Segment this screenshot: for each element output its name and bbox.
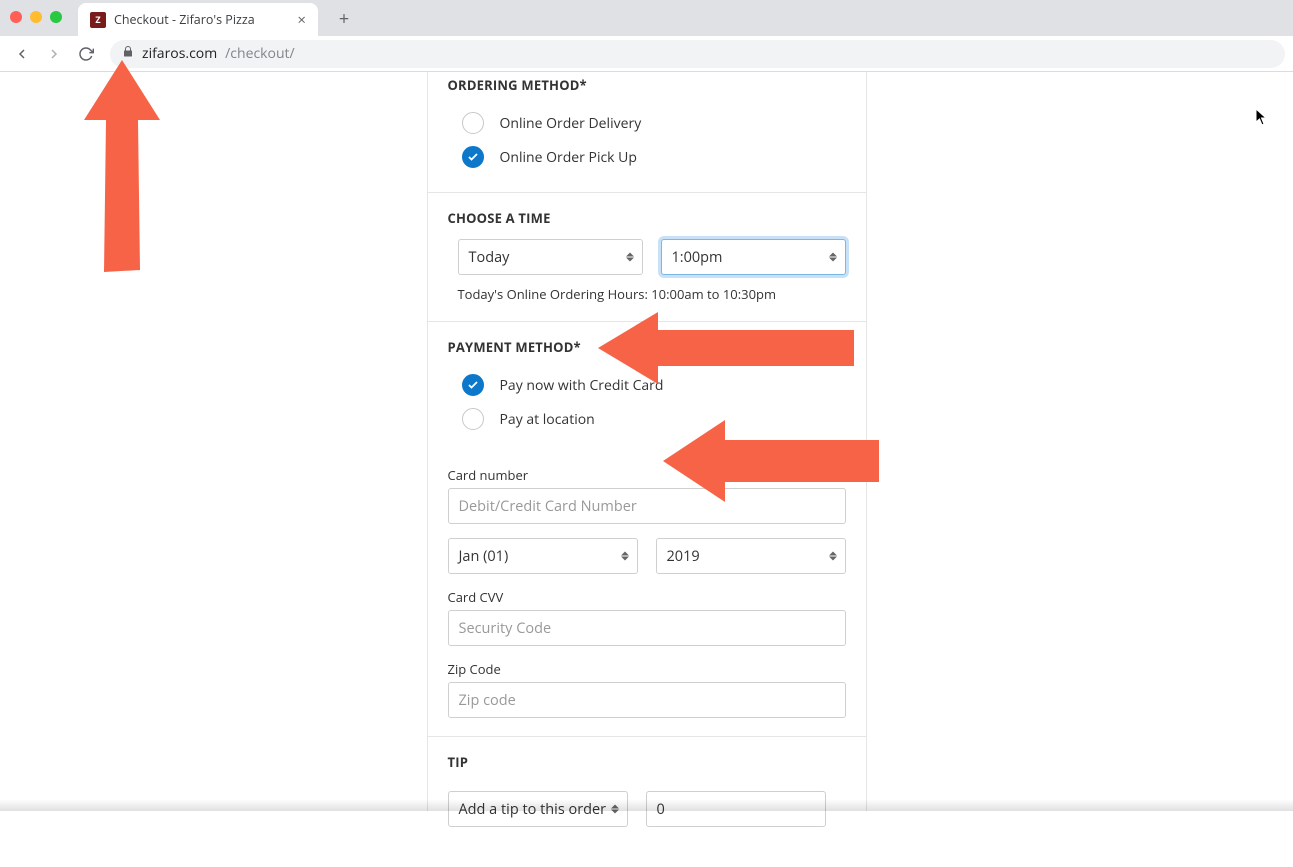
day-select[interactable]: Today xyxy=(458,239,643,275)
close-tab-icon[interactable]: × xyxy=(297,10,306,30)
forward-button[interactable] xyxy=(40,40,68,68)
exp-month-select[interactable]: Jan (01) xyxy=(448,538,638,574)
card-number-input[interactable] xyxy=(448,488,846,524)
address-bar[interactable]: zifaros.com/checkout/ xyxy=(110,40,1285,68)
mouse-cursor-icon xyxy=(1255,108,1269,126)
page-content: ORDERING METHOD* Online Order Delivery O… xyxy=(0,72,1293,811)
maximize-window-icon[interactable] xyxy=(50,11,62,23)
browser-toolbar: zifaros.com/checkout/ xyxy=(0,36,1293,72)
exp-year-select[interactable]: 2019 xyxy=(656,538,846,574)
radio-label: Online Order Delivery xyxy=(500,114,642,133)
reload-button[interactable] xyxy=(72,40,100,68)
radio-icon-checked xyxy=(462,374,484,396)
cvv-label: Card CVV xyxy=(448,588,846,606)
time-select-value: 1:00pm xyxy=(672,248,723,267)
cvv-input[interactable] xyxy=(448,610,846,646)
zip-input[interactable] xyxy=(448,682,846,718)
radio-icon xyxy=(462,408,484,430)
back-button[interactable] xyxy=(8,40,36,68)
payment-method-heading: PAYMENT METHOD* xyxy=(448,338,846,356)
window-controls xyxy=(10,11,62,23)
zip-label: Zip Code xyxy=(448,660,846,678)
ordering-method-section: ORDERING METHOD* Online Order Delivery O… xyxy=(428,72,866,193)
exp-month-value: Jan (01) xyxy=(459,547,509,566)
tab-title: Checkout - Zifaro's Pizza xyxy=(114,11,255,28)
chevron-updown-icon xyxy=(829,552,837,561)
chevron-updown-icon xyxy=(621,552,629,561)
ordering-hours-note: Today's Online Ordering Hours: 10:00am t… xyxy=(448,285,846,303)
url-host: zifaros.com xyxy=(142,44,217,63)
ordering-method-heading: ORDERING METHOD* xyxy=(448,76,846,94)
radio-label: Pay now with Credit Card xyxy=(500,376,664,395)
radio-label: Pay at location xyxy=(500,410,595,429)
radio-icon xyxy=(462,112,484,134)
radio-delivery[interactable]: Online Order Delivery xyxy=(448,106,846,140)
radio-icon-checked xyxy=(462,146,484,168)
choose-time-section: CHOOSE A TIME Today 1:00pm Today's Onlin… xyxy=(428,193,866,322)
browser-tab-strip: Z Checkout - Zifaro's Pizza × + xyxy=(0,0,1293,36)
browser-tab[interactable]: Z Checkout - Zifaro's Pizza × xyxy=(78,3,318,36)
tip-heading: TIP xyxy=(448,753,846,771)
bottom-shadow xyxy=(0,799,1293,811)
payment-method-section: PAYMENT METHOD* Pay now with Credit Card… xyxy=(428,322,866,737)
minimize-window-icon[interactable] xyxy=(30,11,42,23)
lock-icon xyxy=(122,45,134,62)
radio-pickup[interactable]: Online Order Pick Up xyxy=(448,140,846,174)
choose-time-heading: CHOOSE A TIME xyxy=(448,209,846,227)
url-path: /checkout/ xyxy=(225,44,294,63)
exp-year-value: 2019 xyxy=(667,547,700,566)
chevron-updown-icon xyxy=(626,253,634,262)
radio-pay-credit-card[interactable]: Pay now with Credit Card xyxy=(448,368,846,402)
checkout-form: ORDERING METHOD* Online Order Delivery O… xyxy=(427,72,867,811)
card-number-label: Card number xyxy=(448,466,846,484)
radio-label: Online Order Pick Up xyxy=(500,148,637,167)
time-select[interactable]: 1:00pm xyxy=(661,239,846,275)
day-select-value: Today xyxy=(469,248,510,267)
radio-pay-at-location[interactable]: Pay at location xyxy=(448,402,846,436)
favicon-icon: Z xyxy=(90,12,106,28)
chevron-updown-icon xyxy=(829,253,837,262)
new-tab-button[interactable]: + xyxy=(330,5,358,33)
close-window-icon[interactable] xyxy=(10,11,22,23)
